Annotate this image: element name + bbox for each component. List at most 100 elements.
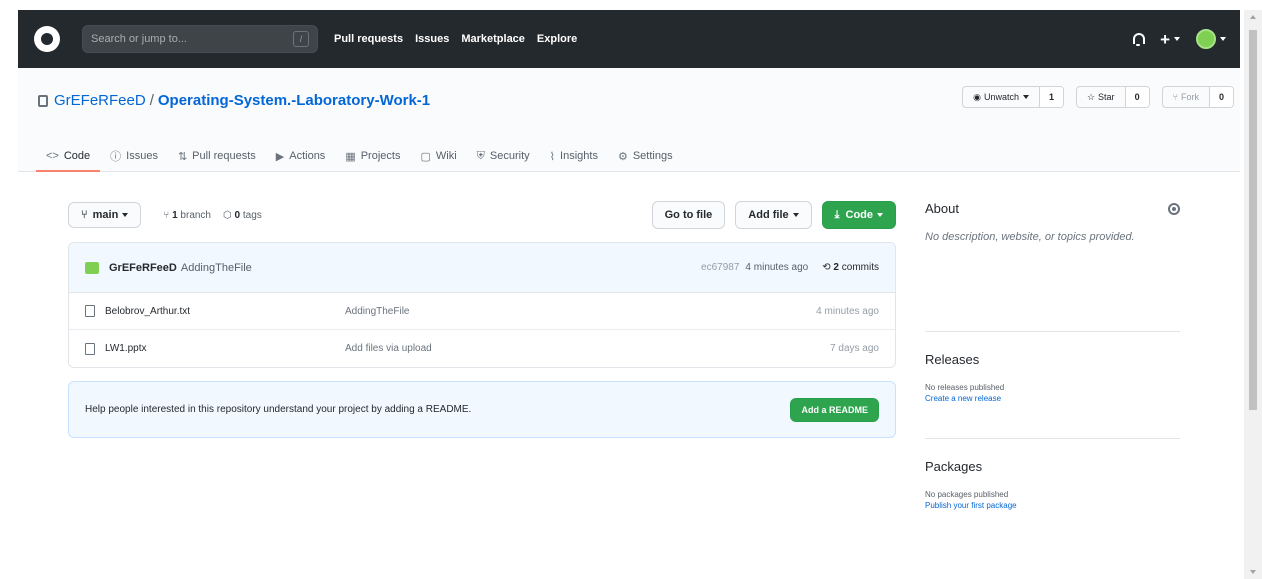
code-button[interactable]: ⤓ Code bbox=[821, 201, 896, 229]
packages-title[interactable]: Packages bbox=[925, 459, 1180, 474]
add-readme-button[interactable]: Add a README bbox=[790, 397, 879, 422]
file-name[interactable]: LW1.pptx bbox=[105, 343, 345, 354]
repo-header: GrEFeRFeeD / Operating-System.-Laborator… bbox=[18, 68, 1240, 172]
scrollbar[interactable] bbox=[1244, 10, 1262, 579]
shield-icon: ⛨ bbox=[476, 149, 485, 162]
search-box[interactable]: / bbox=[82, 25, 318, 53]
scroll-down-arrow-icon[interactable] bbox=[1250, 570, 1256, 574]
project-icon: ▦ bbox=[345, 150, 356, 163]
commit-message[interactable]: AddingTheFile bbox=[181, 262, 252, 274]
star-label: Star bbox=[1098, 92, 1115, 102]
file-name[interactable]: Belobrov_Arthur.txt bbox=[105, 306, 345, 317]
main-content: ⑂ main ⑂ 1 branch ⬡ 0 tags Go to file Ad… bbox=[68, 201, 896, 438]
tags-link[interactable]: ⬡ 0 tags bbox=[223, 210, 262, 221]
tag-icon: ⬡ bbox=[223, 209, 235, 221]
gear-icon[interactable] bbox=[1168, 202, 1180, 215]
file-age: 7 days ago bbox=[830, 343, 879, 354]
repo-name-link[interactable]: Operating-System.-Laboratory-Work-1 bbox=[158, 92, 430, 109]
tab-issues[interactable]: ⓘ Issues bbox=[100, 140, 168, 172]
repo-icon bbox=[38, 94, 48, 107]
tab-code[interactable]: <> Code bbox=[36, 140, 101, 172]
commit-sha[interactable]: ec67987 bbox=[701, 262, 739, 273]
tab-label: Settings bbox=[632, 150, 673, 162]
commits-link[interactable]: ⟲ 2 commits bbox=[822, 262, 879, 273]
file-row: Belobrov_Arthur.txt AddingTheFile 4 minu… bbox=[69, 293, 895, 330]
nav-marketplace[interactable]: Marketplace bbox=[461, 33, 525, 45]
branch-select-button[interactable]: ⑂ main bbox=[68, 202, 142, 228]
header-right: + bbox=[1132, 29, 1226, 49]
github-logo-icon[interactable] bbox=[34, 26, 60, 52]
notifications-bell-icon[interactable] bbox=[1132, 32, 1146, 46]
fork-count[interactable]: 0 bbox=[1209, 87, 1233, 107]
about-section: About No description, website, or topics… bbox=[925, 201, 1180, 331]
chevron-down-icon bbox=[1174, 37, 1180, 41]
add-file-button[interactable]: Add file bbox=[735, 201, 812, 229]
avatar bbox=[1196, 29, 1216, 49]
watch-label: Unwatch bbox=[983, 92, 1019, 102]
toolbar-right: Go to file Add file ⤓ Code bbox=[651, 201, 896, 229]
repo-owner-link[interactable]: GrEFeRFeeD bbox=[54, 92, 146, 109]
branches-label: branch bbox=[180, 209, 211, 221]
readme-prompt-text: Help people interested in this repositor… bbox=[85, 404, 472, 415]
tab-pull-requests[interactable]: ⇅ Pull requests bbox=[168, 140, 266, 172]
readme-prompt: Help people interested in this repositor… bbox=[68, 381, 896, 438]
file-toolbar: ⑂ main ⑂ 1 branch ⬡ 0 tags Go to file Ad… bbox=[68, 201, 896, 229]
gear-icon: ⚙ bbox=[617, 150, 628, 163]
book-icon: ▢ bbox=[420, 150, 431, 163]
commit-author-avatar[interactable] bbox=[85, 261, 99, 274]
tags-count: 0 bbox=[234, 209, 241, 221]
commit-author[interactable]: GrEFeRFeeD bbox=[109, 262, 177, 274]
page: / Pull requests Issues Marketplace Explo… bbox=[18, 10, 1240, 579]
tab-label: Projects bbox=[360, 150, 401, 162]
scroll-up-arrow-icon[interactable] bbox=[1250, 15, 1256, 19]
nav-explore[interactable]: Explore bbox=[537, 33, 577, 45]
tab-projects[interactable]: ▦ Projects bbox=[335, 140, 410, 172]
releases-title[interactable]: Releases bbox=[925, 352, 1180, 367]
packages-section: Packages No packages published Publish y… bbox=[925, 438, 1180, 510]
branches-link[interactable]: ⑂ 1 branch bbox=[163, 210, 211, 221]
create-new-button[interactable]: + bbox=[1160, 31, 1180, 48]
top-nav: Pull requests Issues Marketplace Explore bbox=[334, 33, 577, 45]
tab-wiki[interactable]: ▢ Wiki bbox=[410, 140, 466, 172]
file-commit-message[interactable]: AddingTheFile bbox=[345, 306, 409, 317]
about-header: About bbox=[925, 201, 1180, 216]
repo-sidebar: About No description, website, or topics… bbox=[925, 201, 1180, 510]
watch-count[interactable]: 1 bbox=[1039, 87, 1063, 107]
commit-time: 4 minutes ago bbox=[745, 262, 809, 273]
fork-button[interactable]: ⑂ Fork 0 bbox=[1161, 86, 1234, 108]
chevron-down-icon bbox=[1022, 95, 1029, 99]
chevron-down-icon bbox=[1220, 37, 1226, 41]
global-header: / Pull requests Issues Marketplace Explo… bbox=[18, 10, 1240, 68]
repo-tabs: <> Code ⓘ Issues ⇅ Pull requests ▶ Actions ▦… bbox=[36, 140, 683, 172]
branch-icon: ⑂ bbox=[81, 209, 88, 221]
add-file-label: Add file bbox=[748, 209, 789, 221]
scrollbar-thumb[interactable] bbox=[1249, 30, 1257, 410]
star-count[interactable]: 0 bbox=[1125, 87, 1149, 107]
user-menu[interactable] bbox=[1196, 29, 1226, 49]
nav-issues[interactable]: Issues bbox=[415, 33, 449, 45]
tab-security[interactable]: ⛨ Security bbox=[467, 140, 540, 172]
tab-insights[interactable]: ⌇ Insights bbox=[540, 140, 608, 172]
tab-label: Security bbox=[489, 150, 530, 162]
releases-empty-text: No releases published bbox=[925, 383, 1005, 392]
file-commit-message[interactable]: Add files via upload bbox=[345, 343, 432, 354]
tab-actions[interactable]: ▶ Actions bbox=[266, 140, 336, 172]
chevron-down-icon bbox=[792, 213, 799, 217]
commits-count: 2 bbox=[833, 262, 839, 273]
plus-icon: + bbox=[1160, 29, 1170, 49]
watch-button[interactable]: ◉ Unwatch 1 bbox=[962, 86, 1064, 108]
nav-pull-requests[interactable]: Pull requests bbox=[334, 33, 403, 45]
branch-icon: ⑂ bbox=[163, 209, 173, 221]
publish-package-link[interactable]: Publish your first package bbox=[925, 501, 1180, 510]
commit-info: ec67987 4 minutes ago ⟲ 2 commits bbox=[701, 262, 879, 273]
create-release-link[interactable]: Create a new release bbox=[925, 394, 1180, 403]
star-button[interactable]: ☆ Star 0 bbox=[1075, 86, 1150, 108]
history-icon: ⟲ bbox=[822, 262, 834, 273]
tab-label: Pull requests bbox=[192, 150, 256, 162]
chevron-down-icon bbox=[877, 213, 883, 217]
issue-icon: ⓘ bbox=[110, 151, 122, 163]
tab-settings[interactable]: ⚙ Settings bbox=[608, 140, 683, 172]
search-input[interactable] bbox=[91, 33, 271, 45]
repo-meta: ⑂ 1 branch ⬡ 0 tags bbox=[163, 210, 261, 221]
go-to-file-button[interactable]: Go to file bbox=[651, 201, 726, 229]
